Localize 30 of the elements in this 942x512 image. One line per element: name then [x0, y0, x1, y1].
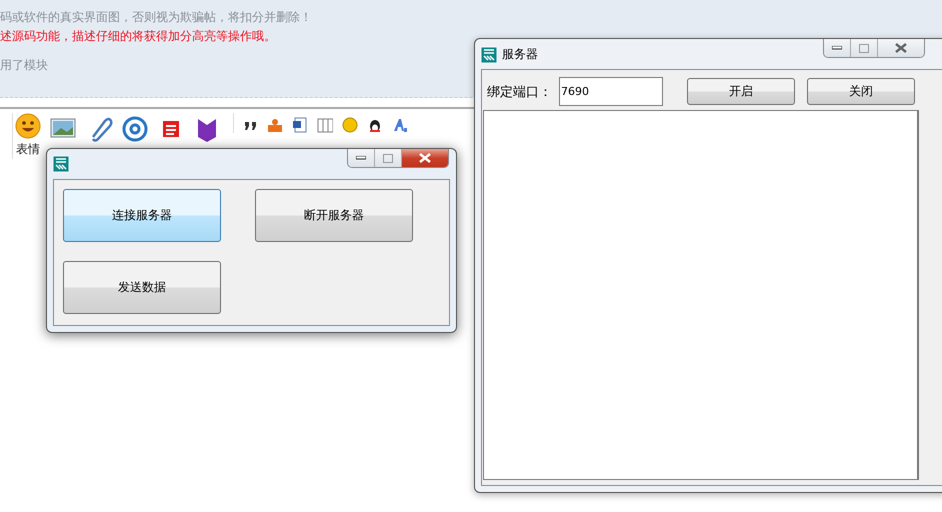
subscript-icon[interactable]	[392, 117, 408, 133]
minimize-icon	[832, 46, 842, 50]
port-label: 绑定端口：	[487, 84, 553, 100]
button[interactable]: 开启	[687, 78, 795, 105]
close-icon	[895, 43, 907, 53]
notice-text: 用了模块	[0, 57, 49, 74]
minimize-button[interactable]	[824, 39, 851, 57]
minimize-icon	[356, 156, 366, 160]
button[interactable]: 关闭	[807, 78, 915, 105]
at-sign-icon[interactable]	[121, 115, 149, 143]
notice-text: 码或软件的真实界面图，否则视为欺骗帖，将扣分并删除！	[0, 9, 313, 26]
minimize-button[interactable]	[348, 149, 375, 167]
button[interactable]: 连接服务器	[63, 189, 221, 242]
document-icon[interactable]	[292, 117, 308, 133]
button[interactable]: 发送数据	[63, 261, 221, 314]
window-title: 服务器	[502, 46, 538, 63]
badge-icon[interactable]	[342, 117, 358, 133]
button[interactable]: 断开服务器	[255, 189, 413, 242]
close-button[interactable]	[402, 149, 448, 167]
tag-icon[interactable]	[267, 117, 283, 133]
columns-icon[interactable]	[317, 117, 333, 133]
port-field[interactable]: 7690	[559, 77, 663, 106]
close-icon	[419, 153, 431, 163]
close-button[interactable]	[878, 39, 924, 57]
penguin-icon[interactable]	[367, 117, 383, 133]
maximize-icon	[383, 154, 393, 162]
maximize-icon	[859, 44, 869, 52]
app-icon	[481, 46, 497, 62]
notice-text: 述源码功能，描述仔细的将获得加分高亮等操作哦。	[0, 28, 277, 45]
app-icon	[53, 156, 69, 172]
